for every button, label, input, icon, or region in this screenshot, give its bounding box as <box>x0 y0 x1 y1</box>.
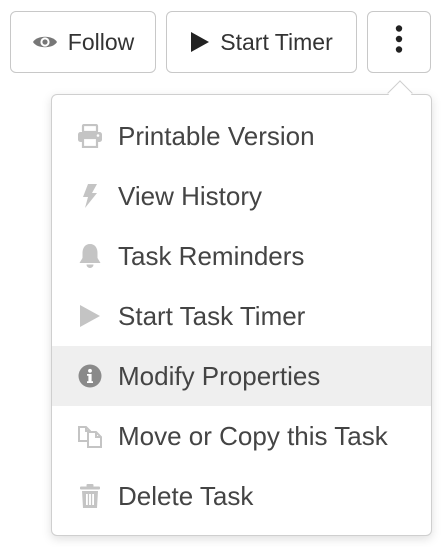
bell-icon <box>75 243 105 269</box>
menu-item-label: Delete Task <box>118 480 254 511</box>
trash-icon <box>75 483 105 509</box>
printer-icon <box>75 124 105 148</box>
start-timer-button[interactable]: Start Timer <box>166 11 357 73</box>
lightning-icon <box>75 183 105 209</box>
task-actions-dropdown: Printable Version View History Task Remi… <box>51 94 432 536</box>
follow-button[interactable]: Follow <box>10 11 156 73</box>
eye-icon <box>32 33 58 51</box>
menu-item-printable-version[interactable]: Printable Version <box>52 106 431 166</box>
menu-item-label: Move or Copy this Task <box>118 420 388 451</box>
menu-item-label: Modify Properties <box>118 360 321 391</box>
vertical-ellipsis-icon <box>395 25 403 59</box>
menu-item-start-task-timer[interactable]: Start Task Timer <box>52 286 431 346</box>
play-icon <box>190 31 210 53</box>
info-circle-icon <box>75 364 105 388</box>
more-actions-button[interactable] <box>367 11 431 73</box>
menu-item-delete-task[interactable]: Delete Task <box>52 466 431 526</box>
play-icon <box>75 304 105 328</box>
menu-item-label: Printable Version <box>118 120 315 151</box>
menu-item-move-or-copy-task[interactable]: Move or Copy this Task <box>52 406 431 466</box>
follow-label: Follow <box>67 28 135 55</box>
menu-item-view-history[interactable]: View History <box>52 166 431 226</box>
menu-item-task-reminders[interactable]: Task Reminders <box>52 226 431 286</box>
copy-icon <box>75 423 105 449</box>
menu-item-modify-properties[interactable]: Modify Properties <box>52 346 431 406</box>
start-timer-label: Start Timer <box>220 28 333 55</box>
menu-item-label: Task Reminders <box>118 240 305 271</box>
menu-item-label: View History <box>118 180 263 211</box>
menu-item-label: Start Task Timer <box>118 300 306 331</box>
